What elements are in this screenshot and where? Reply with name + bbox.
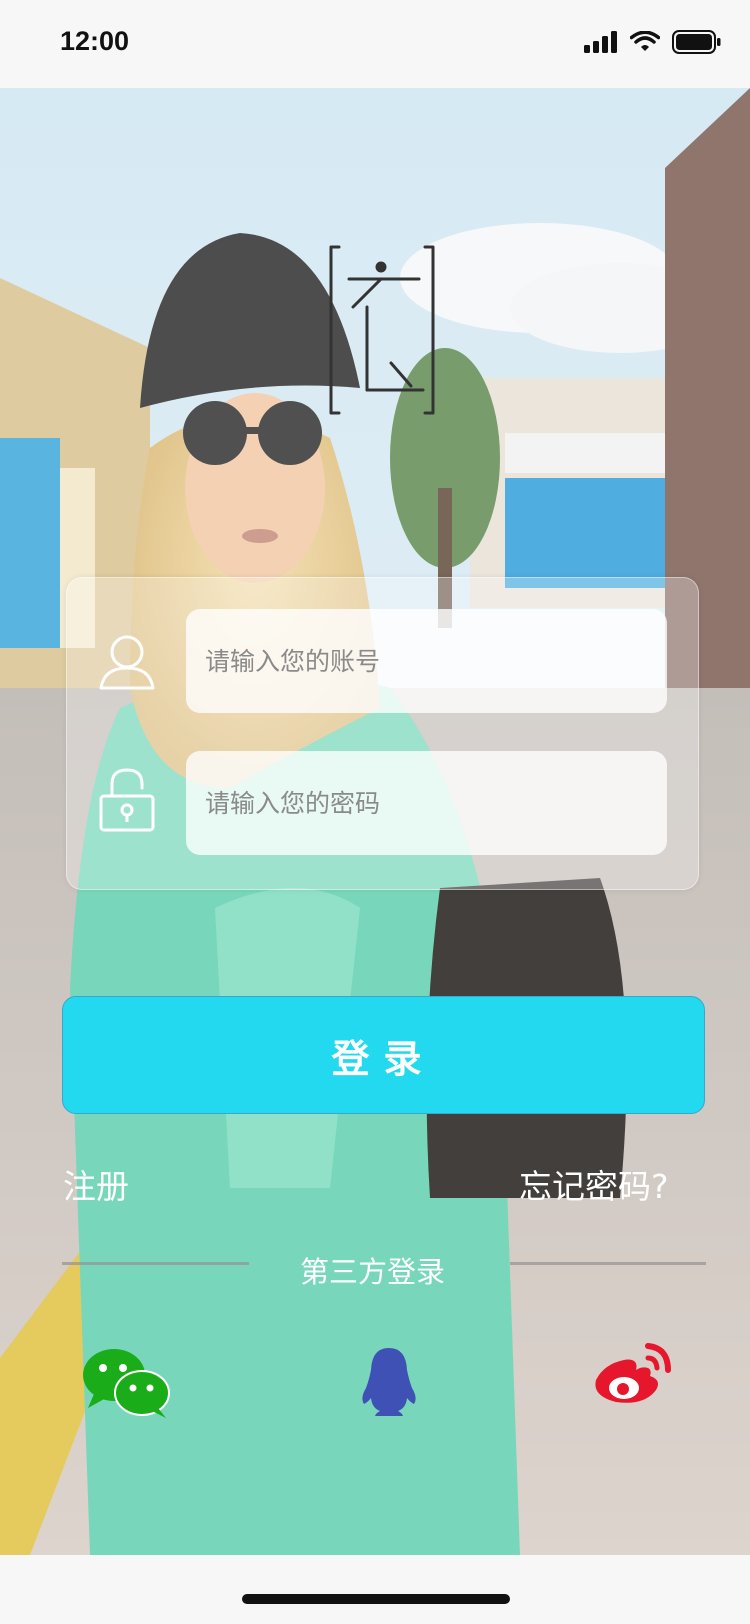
status-bar: 12:00 xyxy=(0,0,750,88)
account-input[interactable] xyxy=(186,609,667,713)
lock-icon xyxy=(99,768,155,832)
battery-icon xyxy=(672,30,721,54)
app-logo xyxy=(329,245,435,415)
weibo-icon[interactable] xyxy=(592,1340,672,1406)
wechat-icon[interactable] xyxy=(82,1348,170,1418)
status-icons xyxy=(584,30,722,54)
home-indicator xyxy=(242,1594,510,1604)
password-input[interactable] xyxy=(186,751,667,855)
signal-icon xyxy=(584,31,617,53)
divider-left xyxy=(62,1262,249,1265)
wifi-icon xyxy=(630,31,660,51)
qq-penguin-icon[interactable] xyxy=(360,1346,418,1416)
divider-right xyxy=(510,1262,706,1265)
status-time: 12:00 xyxy=(60,26,130,56)
bottom-safe-area xyxy=(0,1555,750,1624)
register-link[interactable]: 注册 xyxy=(63,1160,129,1208)
third-party-login-label: 第三方登录 xyxy=(299,1255,445,1289)
forgot-password-link[interactable]: 忘记密码? xyxy=(519,1160,669,1208)
login-button[interactable]: 登录 xyxy=(62,996,705,1114)
user-icon xyxy=(99,635,155,690)
